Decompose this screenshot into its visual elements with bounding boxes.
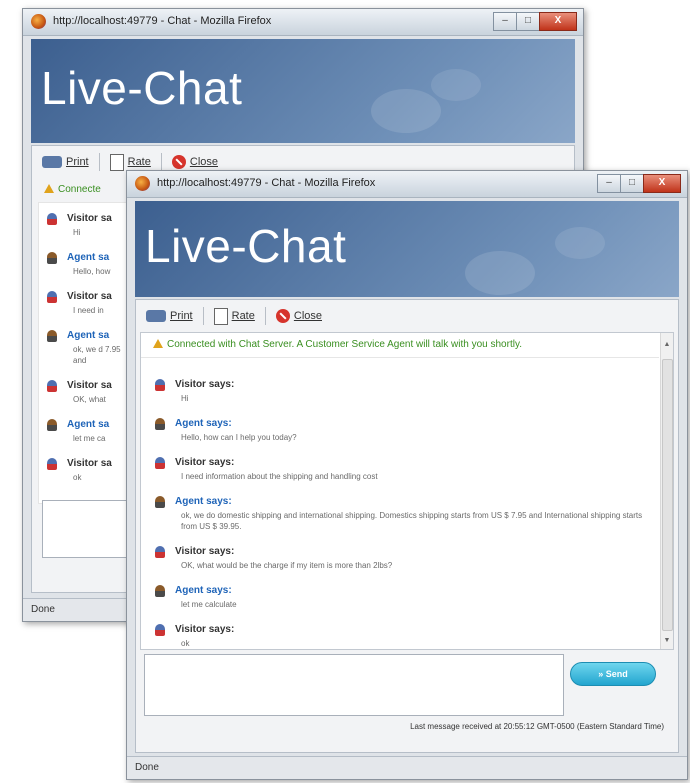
back-close-chat-button[interactable]: Close [171, 155, 218, 169]
back-title-bar: http://localhost:49779 - Chat - Mozilla … [23, 9, 583, 36]
visitor-avatar-icon [47, 291, 57, 303]
minimize-button[interactable]: – [597, 174, 621, 193]
firefox-icon [31, 14, 46, 29]
chat-log[interactable]: Connected with Chat Server. A Customer S… [140, 332, 674, 650]
document-icon [109, 153, 124, 171]
close-icon [275, 309, 290, 323]
connection-status: Connected with Chat Server. A Customer S… [153, 339, 653, 350]
back-print-button[interactable]: Print [42, 156, 89, 168]
document-icon [213, 307, 228, 325]
brand-title: Live-Chat [145, 220, 347, 272]
back-connection-status: Connecte [44, 184, 101, 195]
front-window-title: http://localhost:49779 - Chat - Mozilla … [157, 177, 376, 189]
back-window-title: http://localhost:49779 - Chat - Mozilla … [53, 15, 272, 27]
agent-avatar-icon [47, 419, 57, 431]
list-item: Agent says: let me calculate [155, 585, 655, 610]
agent-avatar-icon [47, 330, 57, 342]
print-icon [146, 310, 166, 322]
close-icon [171, 155, 186, 169]
status-bar: Done [127, 756, 687, 779]
close-window-button[interactable]: X [643, 174, 681, 193]
scrollbar-thumb[interactable] [662, 359, 673, 631]
agent-avatar-icon [155, 585, 165, 597]
visitor-avatar-icon [155, 624, 165, 636]
list-item: Visitor says: Hi [155, 379, 655, 404]
visitor-avatar-icon [155, 457, 165, 469]
rate-button[interactable]: Rate [213, 307, 255, 325]
print-button[interactable]: Print [146, 310, 193, 322]
warning-icon [44, 184, 54, 193]
back-close-window-button[interactable]: X [539, 12, 577, 31]
back-brand-title: Live-Chat [41, 62, 243, 114]
back-minimize-button[interactable]: – [493, 12, 517, 31]
last-message-timestamp: Last message received at 20:55:12 GMT-05… [410, 722, 664, 731]
list-item: Visitor says: OK, what would be the charg… [155, 546, 655, 571]
list-item: Agent says: ok, we do domestic shipping a… [155, 496, 655, 532]
scroll-down-icon[interactable]: ▼ [663, 637, 671, 645]
message-input[interactable] [144, 654, 564, 716]
back-header-banner: Live-Chat [31, 39, 575, 143]
warning-icon [153, 339, 163, 348]
visitor-avatar-icon [155, 379, 165, 391]
front-title-bar: http://localhost:49779 - Chat - Mozilla … [127, 171, 687, 198]
send-button[interactable]: » Send [570, 662, 656, 686]
back-maximize-button[interactable]: □ [516, 12, 540, 31]
maximize-button[interactable]: □ [620, 174, 644, 193]
list-item: Visitor says: ok [155, 624, 655, 649]
firefox-icon [135, 176, 150, 191]
toolbar: Print Rate Close [136, 300, 678, 332]
agent-avatar-icon [47, 252, 57, 264]
back-rate-button[interactable]: Rate [109, 153, 151, 171]
chat-panel: Print Rate Close Connected with Chat Ser… [135, 299, 679, 753]
visitor-avatar-icon [47, 380, 57, 392]
list-item: Agent says: Hello, how can I help you tod… [155, 418, 655, 443]
front-browser-window: http://localhost:49779 - Chat - Mozilla … [126, 170, 688, 780]
print-icon [42, 156, 62, 168]
visitor-avatar-icon [47, 458, 57, 470]
chat-scrollbar[interactable]: ▲ ▼ [660, 333, 673, 649]
scroll-up-icon[interactable]: ▲ [663, 341, 671, 349]
list-item: Visitor says: I need information about th… [155, 457, 655, 482]
close-chat-button[interactable]: Close [275, 309, 322, 323]
agent-avatar-icon [155, 496, 165, 508]
visitor-avatar-icon [155, 546, 165, 558]
agent-avatar-icon [155, 418, 165, 430]
visitor-avatar-icon [47, 213, 57, 225]
message-list: Visitor says: Hi Agent says: Hello, how ca… [155, 379, 655, 649]
header-banner: Live-Chat [135, 201, 679, 297]
